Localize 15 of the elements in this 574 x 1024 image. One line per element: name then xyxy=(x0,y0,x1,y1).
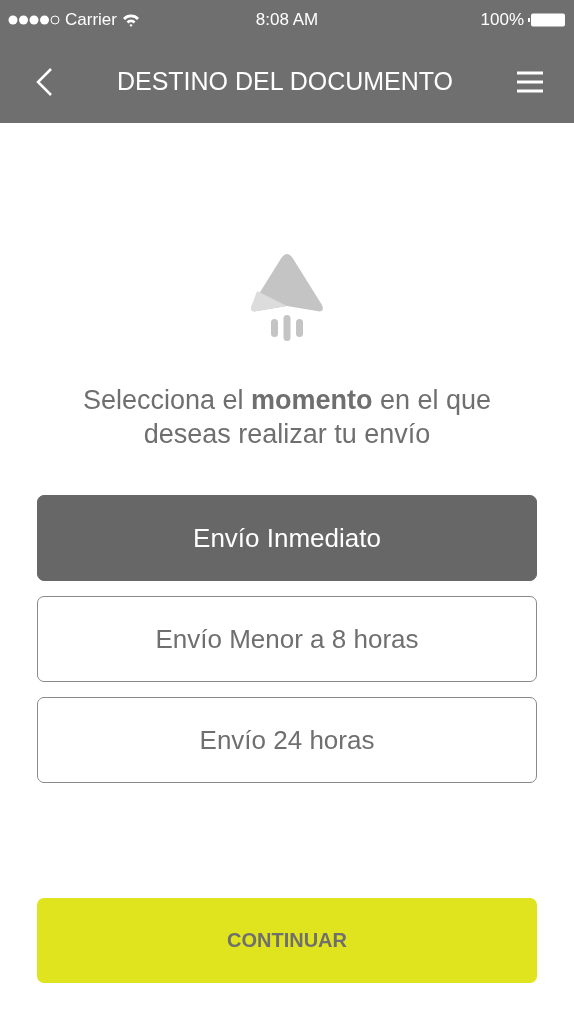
carrier-name: Carrier xyxy=(65,10,117,30)
paper-plane-icon xyxy=(249,253,325,341)
wifi-icon xyxy=(121,13,140,27)
option-button[interactable]: Envío Inmediato xyxy=(37,495,537,581)
back-icon[interactable] xyxy=(34,66,54,97)
signal-icon xyxy=(8,15,60,25)
screen-title: DESTINO DEL DOCUMENTO xyxy=(115,67,455,96)
status-time: 8:08 AM xyxy=(255,10,319,29)
battery-percent: 100% xyxy=(480,10,524,30)
instruction-text: Selecciona el momento en el que deseas realizar tu envío xyxy=(81,384,493,451)
battery-icon xyxy=(528,13,566,27)
menu-icon[interactable] xyxy=(516,70,544,93)
option-button[interactable]: Envío Menor a 8 horas xyxy=(37,596,537,682)
option-button[interactable]: Envío 24 horas xyxy=(37,697,537,783)
continue-button[interactable]: CONTINUAR xyxy=(37,898,537,983)
